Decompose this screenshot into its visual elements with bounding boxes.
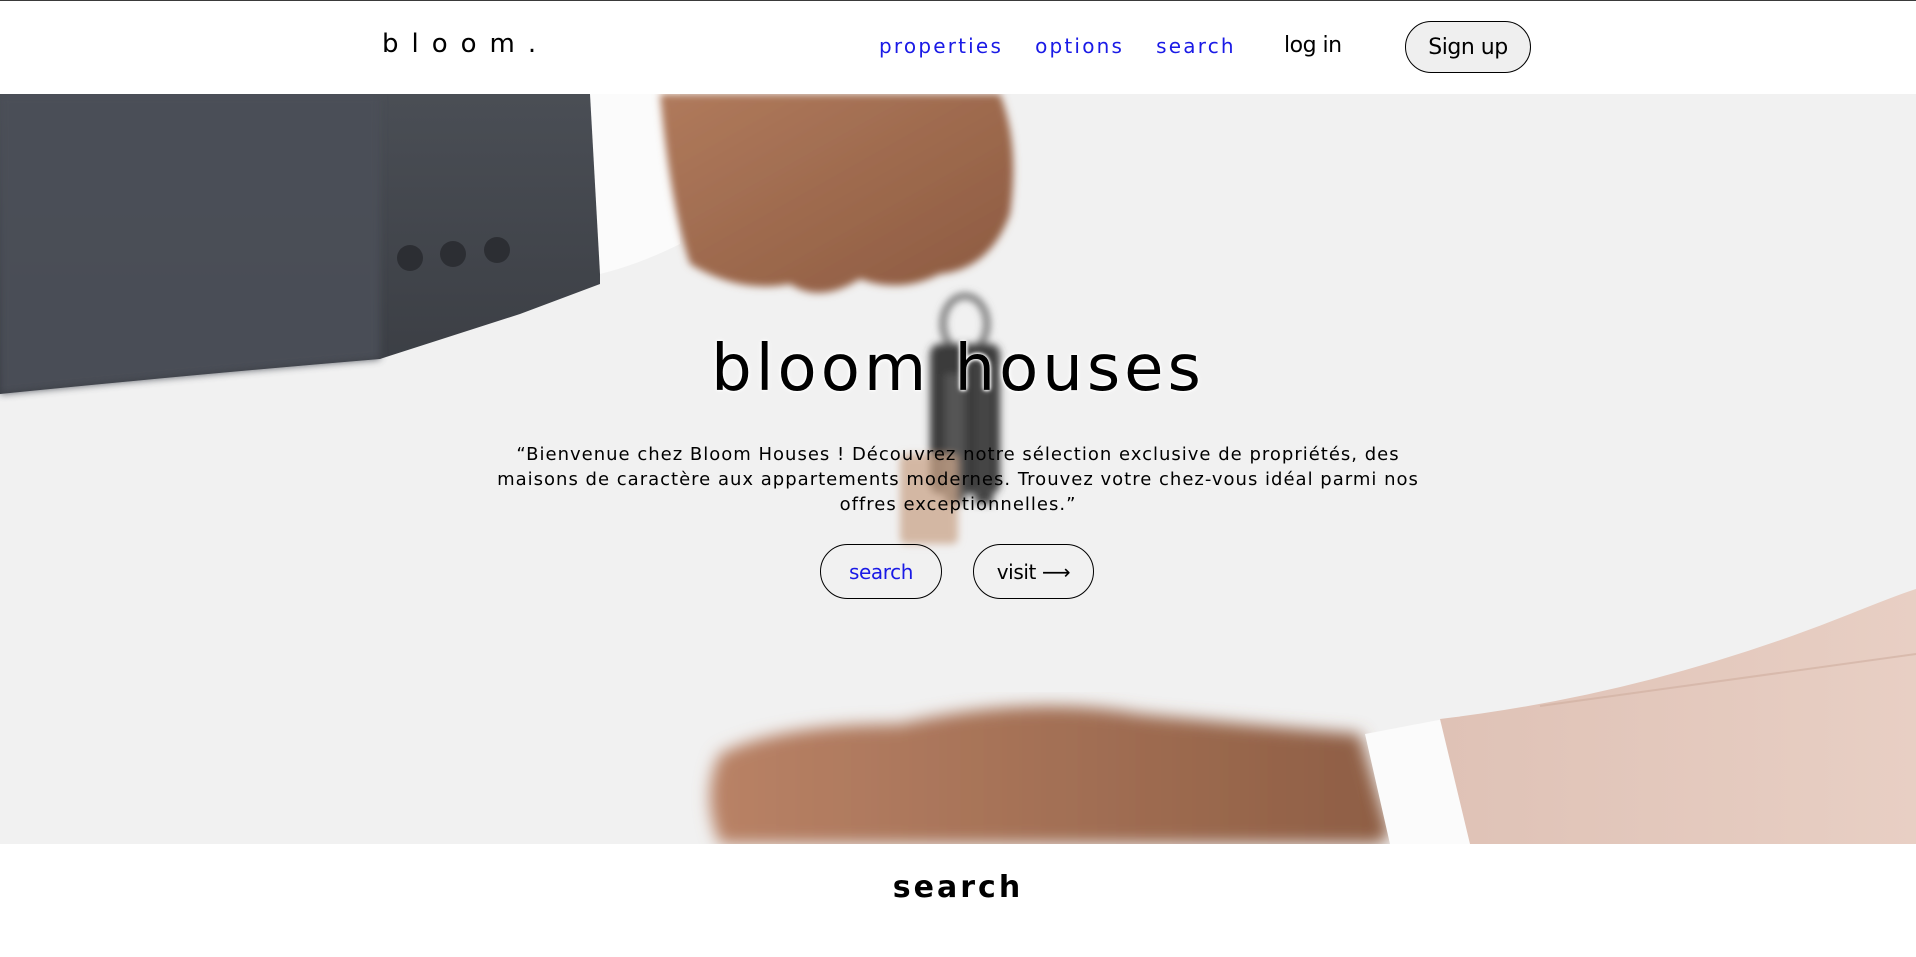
main-nav: properties options search xyxy=(879,34,1268,58)
site-logo[interactable]: bloom. xyxy=(382,29,549,59)
arrow-right-icon: ⟶ xyxy=(1041,559,1071,584)
hero-search-label: search xyxy=(848,559,914,584)
nav-link-options[interactable]: options xyxy=(1035,34,1124,58)
page: bloom. properties options search log in … xyxy=(0,0,1916,957)
login-link[interactable]: log in xyxy=(1284,33,1342,58)
nav-link-search[interactable]: search xyxy=(1156,34,1236,58)
nav-link-properties[interactable]: properties xyxy=(879,34,1003,58)
site-header: bloom. properties options search log in … xyxy=(0,1,1916,94)
hero-visit-label: visit xyxy=(996,559,1037,584)
hero-title: bloom houses xyxy=(711,332,1205,406)
signup-button[interactable]: Sign up xyxy=(1405,21,1531,73)
search-section-title: search xyxy=(892,870,1024,905)
hero-visit-button[interactable]: visit ⟶ xyxy=(973,544,1094,599)
hero-search-button[interactable]: search xyxy=(820,544,942,599)
hero-description: “Bienvenue chez Bloom Houses ! Découvrez… xyxy=(497,444,1419,515)
hero-section: bloom houses “Bienvenue chez Bloom House… xyxy=(0,94,1916,844)
